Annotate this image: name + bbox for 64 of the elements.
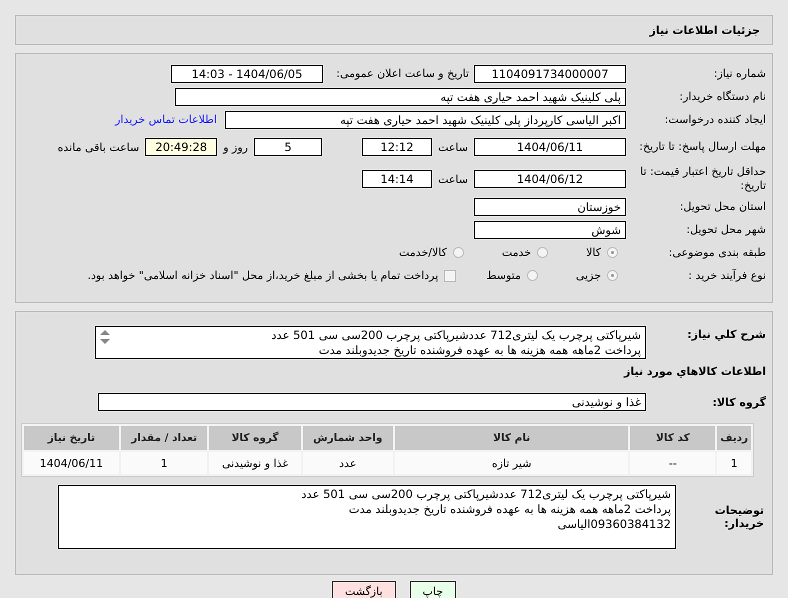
radio-label: متوسط [486,269,521,282]
field-label: طبقه بندی موضوعی: [668,246,766,259]
column-header: ردیف [717,426,751,450]
column-header: تعداد / مقدار [120,426,208,450]
back-button[interactable]: بازگشت [332,581,396,598]
need-number-field: 1104091734000007 [474,64,626,82]
field-label: نوع فرآیند خرید : [687,269,766,282]
days-field: 5 [254,138,322,156]
column-header: واحد شمارش [302,426,393,450]
buyer-org-field: پلی کلینیک شهید احمد حیاری هفت تپه [175,88,626,106]
days-label: روز و [223,140,248,154]
table-cell: 1 [717,452,751,474]
field-label: ایجاد کننده درخواست: [664,113,766,126]
table-cell: شیر تازه [394,452,628,474]
goods-group-field: غذا و نوشیدنی [98,392,646,410]
table-cell: -- [630,452,716,474]
deadline-date-field: 1404/06/11 [474,138,626,156]
province-field: خوزستان [474,198,626,216]
field-label: شهر محل تحویل: [685,223,766,236]
table-cell: 1 [120,452,208,474]
field-label: نام دستگاه خریدار: [678,90,766,103]
field-label: توضیحات خریدار: [714,504,764,530]
remaining-time-field: 20:49:28 [145,138,218,156]
column-header: تاریخ نیاز [24,426,119,450]
buyer-contact-link[interactable]: اطلاعات تماس خریدار [115,113,217,126]
deadline-time-field: 12:12 [362,138,432,156]
validity-time-field: 14:14 [362,170,432,188]
radio-label: خدمت [502,246,532,259]
radio-label: کالا [586,246,601,259]
field-label: شرح کلي نیاز: [686,327,766,341]
radio-button[interactable] [452,247,464,258]
radio-button[interactable] [526,270,538,281]
table-cell: عدد [302,452,393,474]
section-title: اطلاعات کالاهاي مورد نیاز [622,365,766,378]
field-label: گروه کالا: [711,395,766,409]
column-header: گروه کالا [209,426,301,450]
field-label: حداقل تاریخ اعتبار قیمت: تا تاریخ: [639,165,766,193]
field-label: تاریخ و ساعت اعلان عمومی: [335,67,469,80]
radio-button[interactable] [607,270,618,281]
table-cell: غذا و نوشیدنی [209,452,301,474]
field-label: مهلت ارسال پاسخ: تا تاریخ: [638,140,766,154]
column-header: نام کالا [394,426,628,450]
announce-date-field: 1404/06/05 - 14:03 [171,64,323,82]
page-title: جزئیات اطلاعات نیاز [650,24,760,36]
radio-label: کالا/خدمت [399,246,447,259]
column-header: کد کالا [630,426,716,450]
radio-label: جزیی [576,269,601,282]
field-label: استان محل تحویل: [678,200,766,213]
scroll-arrows-icon[interactable] [99,329,111,345]
radio-button[interactable] [607,247,618,258]
field-label: شماره نیاز: [712,67,766,80]
remaining-label: ساعت باقی مانده [58,140,140,154]
creator-field: اکبر الیاسی کارپرداز پلی کلینیک شهید احمد حیاری هفت تپه [225,110,626,128]
validity-date-field: 1404/06/12 [474,170,626,188]
radio-button[interactable] [537,247,548,258]
checkbox-label: پرداخت تمام یا بخشی از مبلغ خرید،از محل "اسناد خزانه اسلامی" خواهد بود. [88,269,438,282]
time-label: ساعت [438,172,468,186]
time-label: ساعت [438,140,468,154]
checkbox[interactable] [444,270,456,282]
buyer-notes-box[interactable]: شیرپاکتی پرچرب یک لیتری712 عددشیرپاکتی پرچرب 200سی سی 501 عدد پرداخت 2ماهه همه هزینه ها به عهده فروشنده تاریخ جدیدوبلند مدت 09360384132الیاسی [58,485,676,549]
city-field: شوش [474,220,626,238]
description-box[interactable]: شیرپاکتی پرچرب یک لیتری712 عددشیرپاکتی پرچرب 200سی سی 501 عدد پرداخت 2ماهه همه هزینه ها به عهده فروشنده تاریخ جدیدوبلند مدت [95,326,646,359]
table-cell: 1404/06/11 [24,452,119,474]
print-button[interactable]: چاپ [410,581,456,598]
